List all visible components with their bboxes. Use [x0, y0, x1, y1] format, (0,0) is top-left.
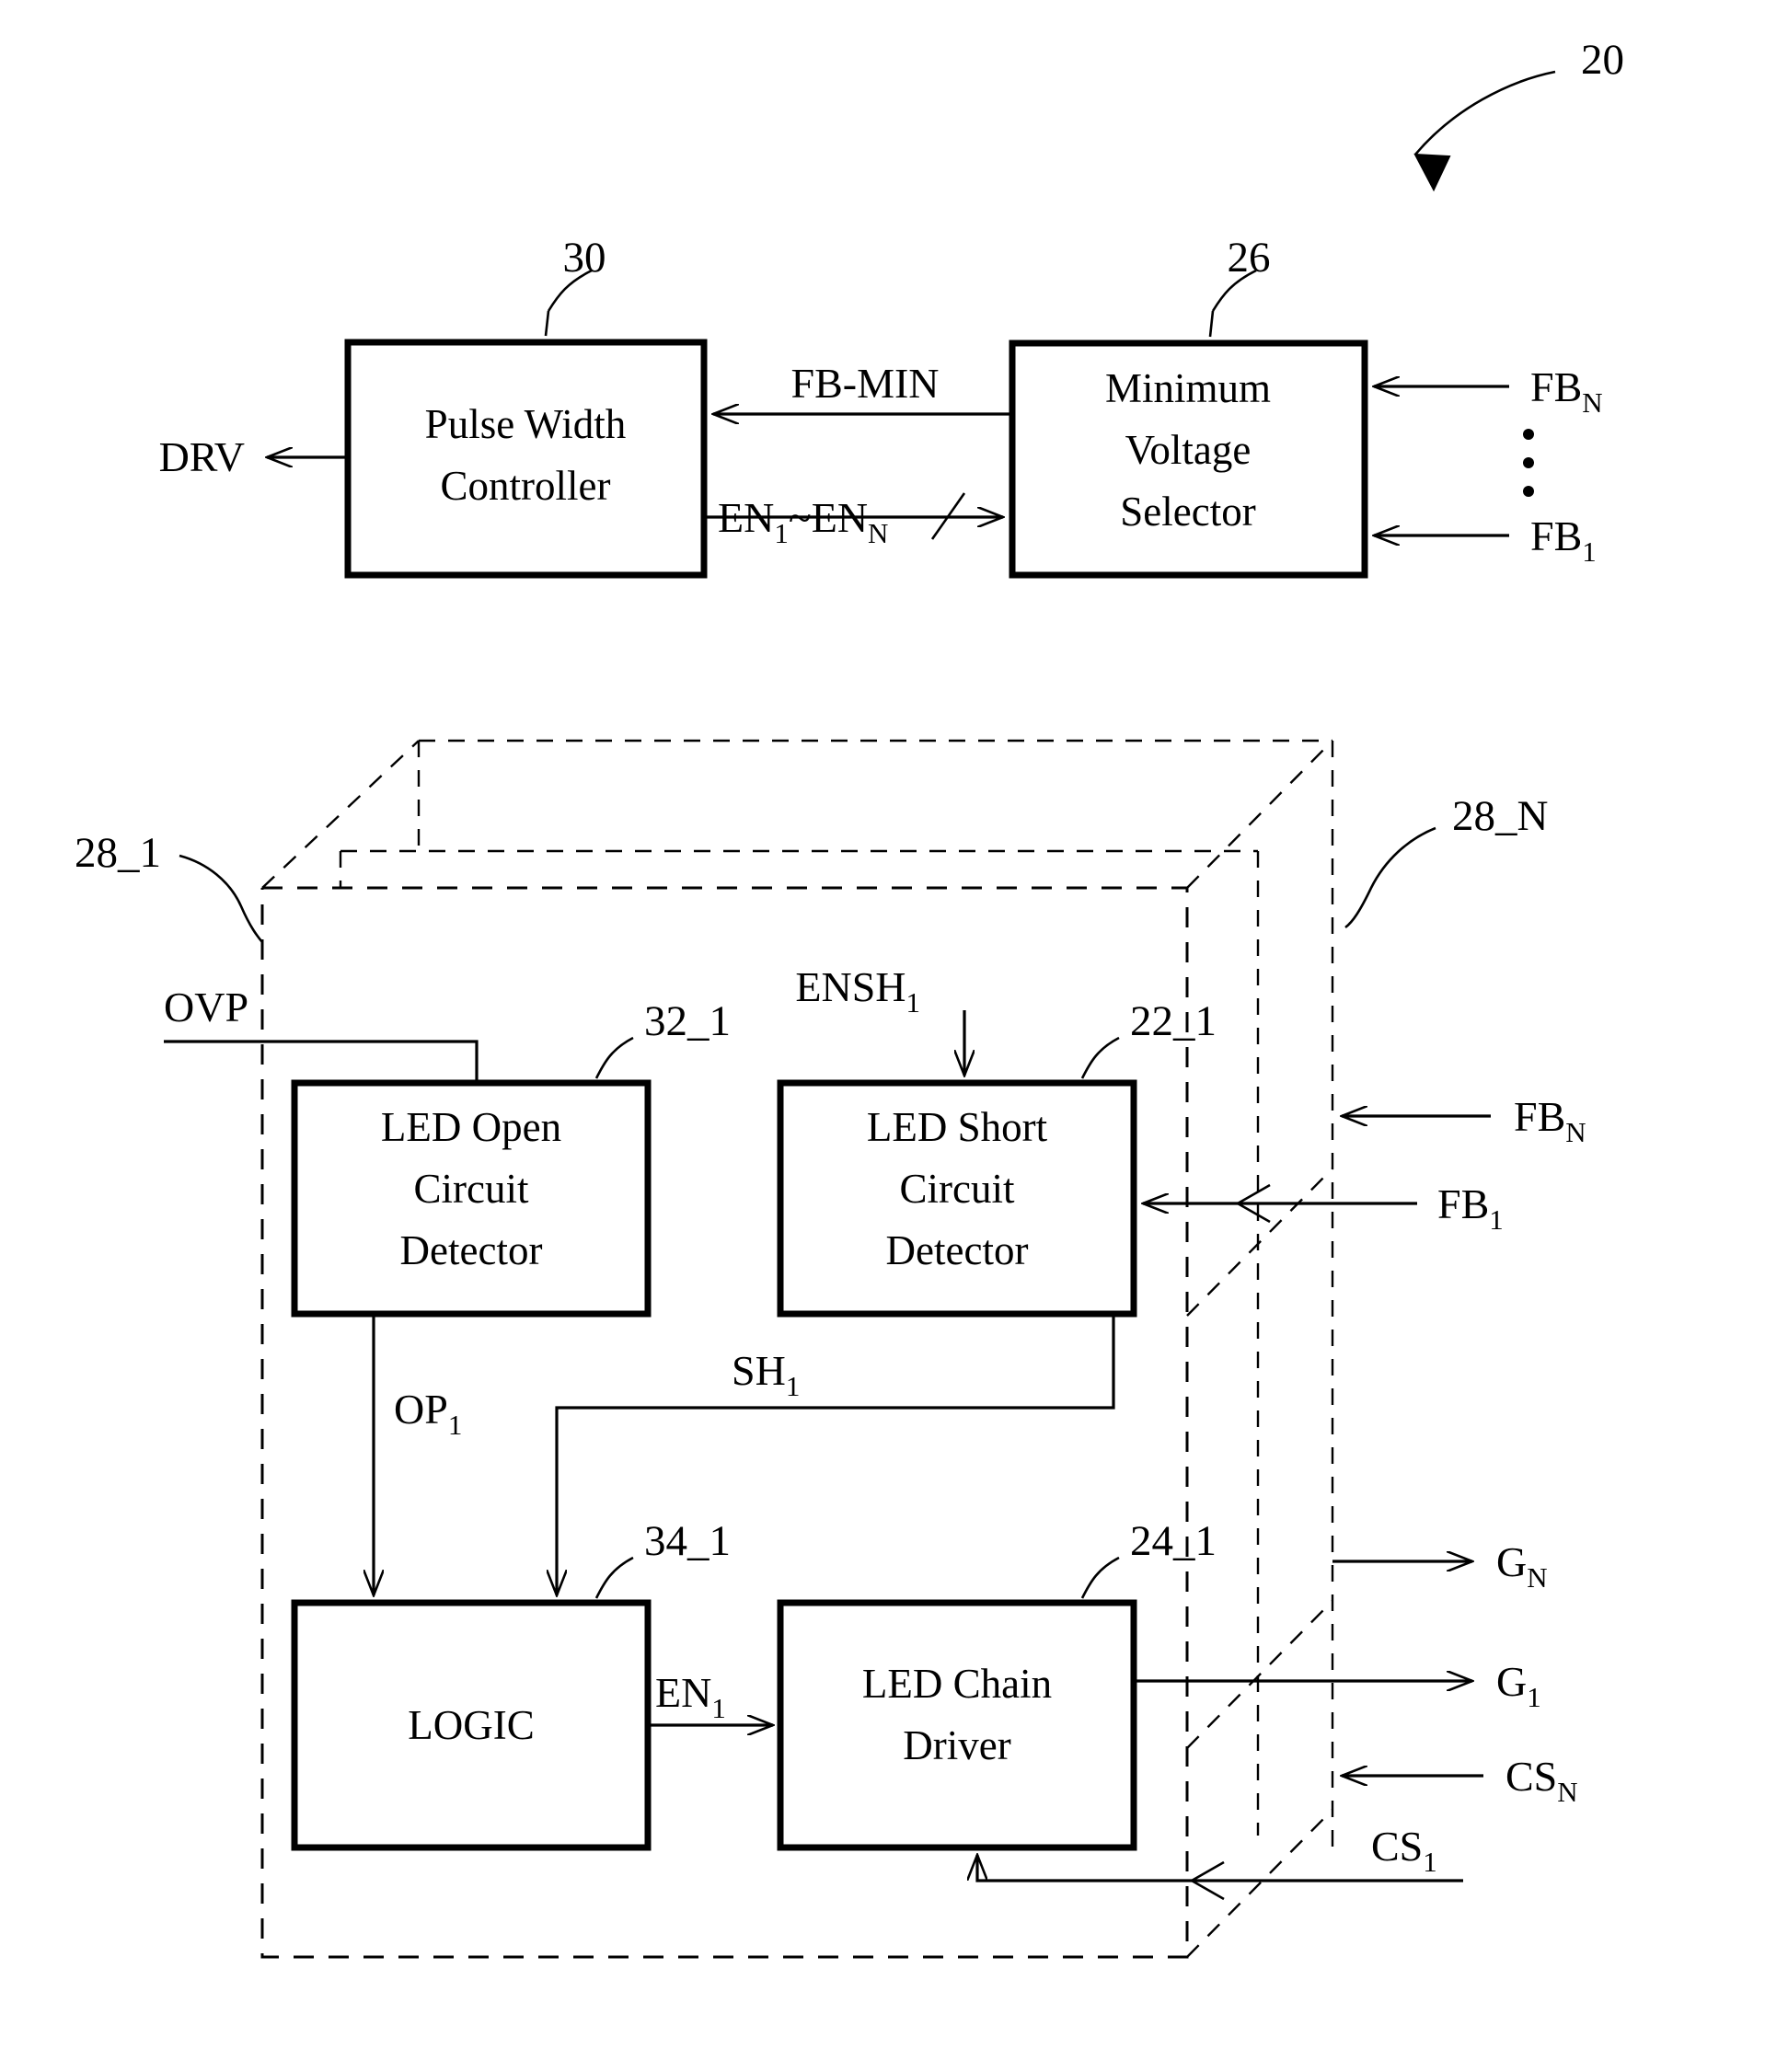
en-1-label: EN1 [655, 1669, 726, 1724]
led-open-detector-label-line1: LED Open [381, 1104, 561, 1150]
ensh-1-label: ENSH1 [795, 963, 920, 1019]
perspective-edge-bottom-right [1186, 1809, 1333, 1958]
ref-30-label: 30 [563, 234, 606, 282]
ref-32-1-leader [594, 1036, 634, 1079]
ref-34-1-label: 34_1 [644, 1517, 731, 1565]
fb-min-label: FB-MIN [790, 360, 939, 407]
perspective-edge-lower-right [1186, 1600, 1333, 1749]
drv-label: DRV [159, 433, 245, 480]
cs-n-label: CSN [1505, 1753, 1578, 1808]
ref-28-n-leader [1344, 826, 1436, 929]
fb-n-label-top: FBN [1530, 363, 1603, 419]
led-open-detector-label-line3: Detector [400, 1227, 543, 1273]
ovp-label: OVP [164, 984, 248, 1030]
led-short-detector-label-line1: LED Short [867, 1104, 1048, 1150]
led-chain-driver-label-line1: LED Chain [862, 1661, 1052, 1707]
ref-22-1-leader [1080, 1036, 1120, 1079]
en-bus-label: EN1~ENN [718, 494, 888, 549]
fb-1-label-top: FB1 [1530, 512, 1597, 568]
perspective-edge-top-right [1186, 740, 1333, 889]
op-1-label: OP1 [394, 1386, 462, 1441]
ref-28-n-label: 28_N [1452, 792, 1548, 840]
ref-24-1-label: 24_1 [1130, 1517, 1217, 1565]
ovp-wire [164, 1040, 479, 1083]
led-open-detector-label-line2: Circuit [414, 1166, 529, 1212]
pulse-width-controller-label-line1: Pulse Width [425, 401, 627, 447]
ref-26-label: 26 [1228, 234, 1271, 282]
g-1-label: G1 [1496, 1658, 1541, 1713]
minimum-voltage-selector-label-line2: Voltage [1125, 427, 1252, 473]
ref-24-1-leader [1080, 1556, 1120, 1599]
led-chain-driver-label-line2: Driver [903, 1722, 1010, 1768]
ref-28-1-leader [179, 854, 263, 943]
ellipsis-dot [1523, 486, 1534, 497]
fb-n-label-bottom: FBN [1514, 1093, 1586, 1148]
logic-label: LOGIC [408, 1702, 534, 1748]
ref-20-label: 20 [1581, 36, 1624, 84]
ref-28-1-label: 28_1 [75, 829, 161, 877]
ref-32-1-label: 32_1 [644, 997, 731, 1045]
ellipsis-dot [1523, 457, 1534, 468]
fb-1-label-bottom: FB1 [1437, 1180, 1504, 1236]
ref-20-leader [1414, 70, 1556, 155]
ref-26-leader-tail [1208, 310, 1215, 338]
cs-1-label: CS1 [1371, 1823, 1437, 1878]
minimum-voltage-selector-label-line3: Selector [1120, 489, 1255, 535]
ref-30-leader-tail [544, 310, 550, 337]
pulse-width-controller-block [344, 339, 708, 579]
patent-figure-canvas: 20 Pulse Width Controller 30 Minimum Vol… [0, 0, 1788, 2072]
g-n-label: GN [1496, 1538, 1548, 1594]
ref-20-arrowhead [1413, 153, 1451, 192]
block-diagram-svg: 20 Pulse Width Controller 30 Minimum Vol… [75, 36, 1624, 1959]
pulse-width-controller-label-line2: Controller [441, 463, 611, 509]
ref-22-1-label: 22_1 [1130, 997, 1217, 1045]
sh-1-label: SH1 [732, 1347, 800, 1402]
ref-34-1-leader [594, 1556, 634, 1599]
led-short-detector-label-line2: Circuit [900, 1166, 1015, 1212]
sh-1-wire [557, 1314, 1115, 1595]
led-short-detector-label-line3: Detector [886, 1227, 1029, 1273]
minimum-voltage-selector-label-line1: Minimum [1105, 365, 1271, 411]
ellipsis-dot [1523, 429, 1534, 440]
